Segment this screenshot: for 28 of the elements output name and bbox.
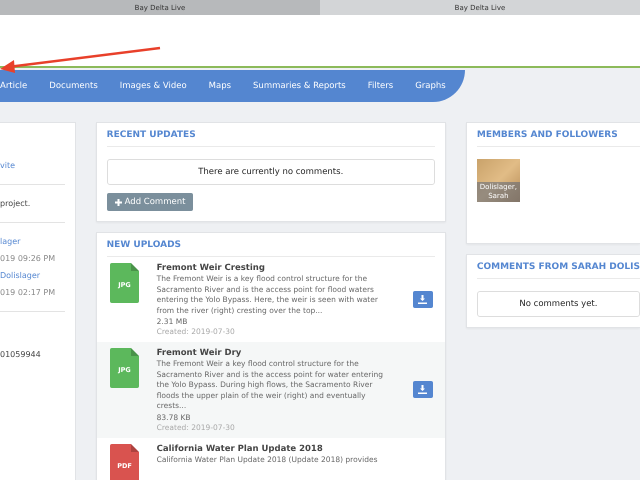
- link[interactable]: vite: [0, 161, 65, 170]
- download-icon: [418, 295, 428, 304]
- empty-message: No comments yet.: [476, 291, 640, 317]
- upload-title[interactable]: Fremont Weir Cresting: [156, 263, 395, 273]
- panel-title: MEMBERS AND FOLLOWERS: [476, 123, 640, 147]
- download-button[interactable]: [412, 381, 433, 398]
- nav-link[interactable]: Article: [0, 81, 28, 91]
- panel-title: COMMENTS FROM SARAH DOLIS: [476, 255, 640, 279]
- text: project.: [0, 199, 32, 208]
- nav-link[interactable]: Images & Video: [120, 81, 187, 91]
- timestamp: 019 02:17 PM: [0, 288, 56, 297]
- link[interactable]: Dolislager: [0, 271, 65, 280]
- plus-icon: [114, 198, 122, 206]
- download-button[interactable]: [412, 291, 433, 308]
- download-icon: [418, 385, 428, 394]
- nav-link[interactable]: Graphs: [415, 81, 446, 91]
- nav-link[interactable]: Filters: [368, 81, 394, 91]
- upload-title[interactable]: Fremont Weir Dry: [156, 348, 395, 358]
- panel-title: RECENT UPDATES: [106, 123, 435, 147]
- timestamp: 019 09:26 PM: [0, 254, 56, 263]
- nav-link[interactable]: Documents: [49, 81, 98, 91]
- upload-title[interactable]: California Water Plan Update 2018: [156, 444, 395, 454]
- text: 01059944: [0, 350, 42, 359]
- nav-link[interactable]: Maps: [208, 81, 232, 91]
- link[interactable]: lager: [0, 237, 65, 246]
- empty-message: There are currently no comments.: [106, 159, 435, 185]
- nav-link[interactable]: Summaries & Reports: [253, 81, 346, 91]
- add-comment-button[interactable]: Add Comment: [106, 193, 194, 211]
